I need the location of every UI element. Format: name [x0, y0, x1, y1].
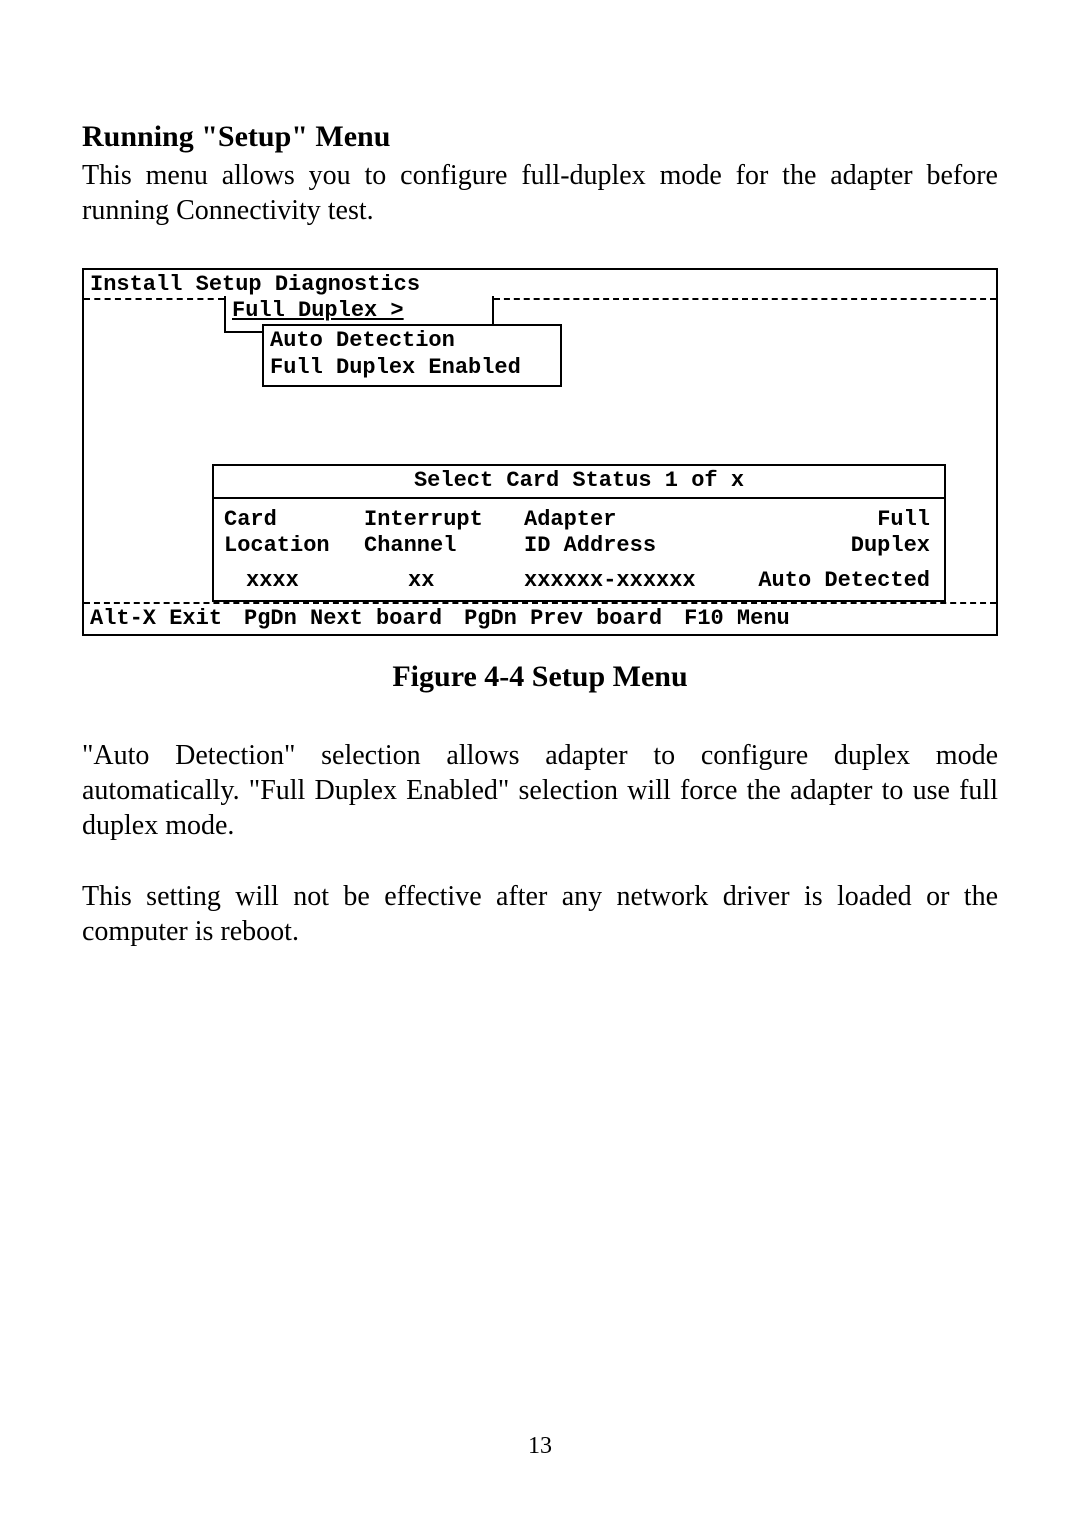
footer-altx-exit[interactable]: Alt-X Exit — [90, 606, 222, 632]
terminal-footer: Alt-X Exit PgDn Next board PgDn Prev boa… — [84, 604, 996, 632]
footer-f10-menu[interactable]: F10 Menu — [684, 606, 790, 632]
card-status-panel: Select Card Status 1 of x Card Location … — [212, 464, 946, 602]
section-heading: Running "Setup" Menu — [82, 120, 998, 154]
option-full-duplex-enabled[interactable]: Full Duplex Enabled — [270, 355, 554, 381]
terminal-screenshot: Install Setup Diagnostics Full Duplex > … — [82, 268, 998, 636]
footer-pgdn-next[interactable]: PgDn Next board — [244, 606, 442, 632]
dropdown-area: Full Duplex > Auto Detection Full Duplex… — [84, 298, 996, 398]
option-auto-detection[interactable]: Auto Detection — [270, 328, 554, 354]
value-card-location: xxxx — [224, 568, 364, 594]
header-location: Location — [224, 533, 364, 559]
header-duplex: Duplex — [730, 533, 930, 559]
header-interrupt: Interrupt — [364, 507, 524, 533]
card-status-title: Select Card Status 1 of x — [214, 466, 944, 498]
footer-pgdn-prev[interactable]: PgDn Prev board — [464, 606, 662, 632]
card-status-row: xxxx xx xxxxxx-xxxxxx Auto Detected — [214, 566, 944, 600]
header-channel: Channel — [364, 533, 524, 559]
card-status-headers: Card Location Interrupt Channel Adapter … — [214, 499, 944, 566]
header-id-address: ID Address — [524, 533, 730, 559]
value-adapter-id: xxxxxx-xxxxxx — [524, 568, 730, 594]
header-full: Full — [730, 507, 930, 533]
figure-caption: Figure 4-4 Setup Menu — [82, 660, 998, 694]
menu-install[interactable]: Install — [90, 272, 182, 297]
page-number: 13 — [0, 1433, 1080, 1460]
menu-diagnostics[interactable]: Diagnostics — [275, 272, 420, 297]
paragraph-auto-detection: "Auto Detection" selection allows adapte… — [82, 738, 998, 843]
dropdown-label: Full Duplex > — [232, 298, 404, 323]
header-card: Card — [224, 507, 364, 533]
header-adapter: Adapter — [524, 507, 730, 533]
menu-bar: Install Setup Diagnostics — [84, 272, 996, 298]
dropdown-submenu: Auto Detection Full Duplex Enabled — [262, 324, 562, 387]
intro-paragraph: This menu allows you to configure full-d… — [82, 158, 998, 228]
value-full-duplex: Auto Detected — [730, 568, 934, 594]
paragraph-setting-note: This setting will not be effective after… — [82, 879, 998, 949]
menu-setup[interactable]: Setup — [196, 272, 262, 297]
value-interrupt-channel: xx — [364, 568, 524, 594]
